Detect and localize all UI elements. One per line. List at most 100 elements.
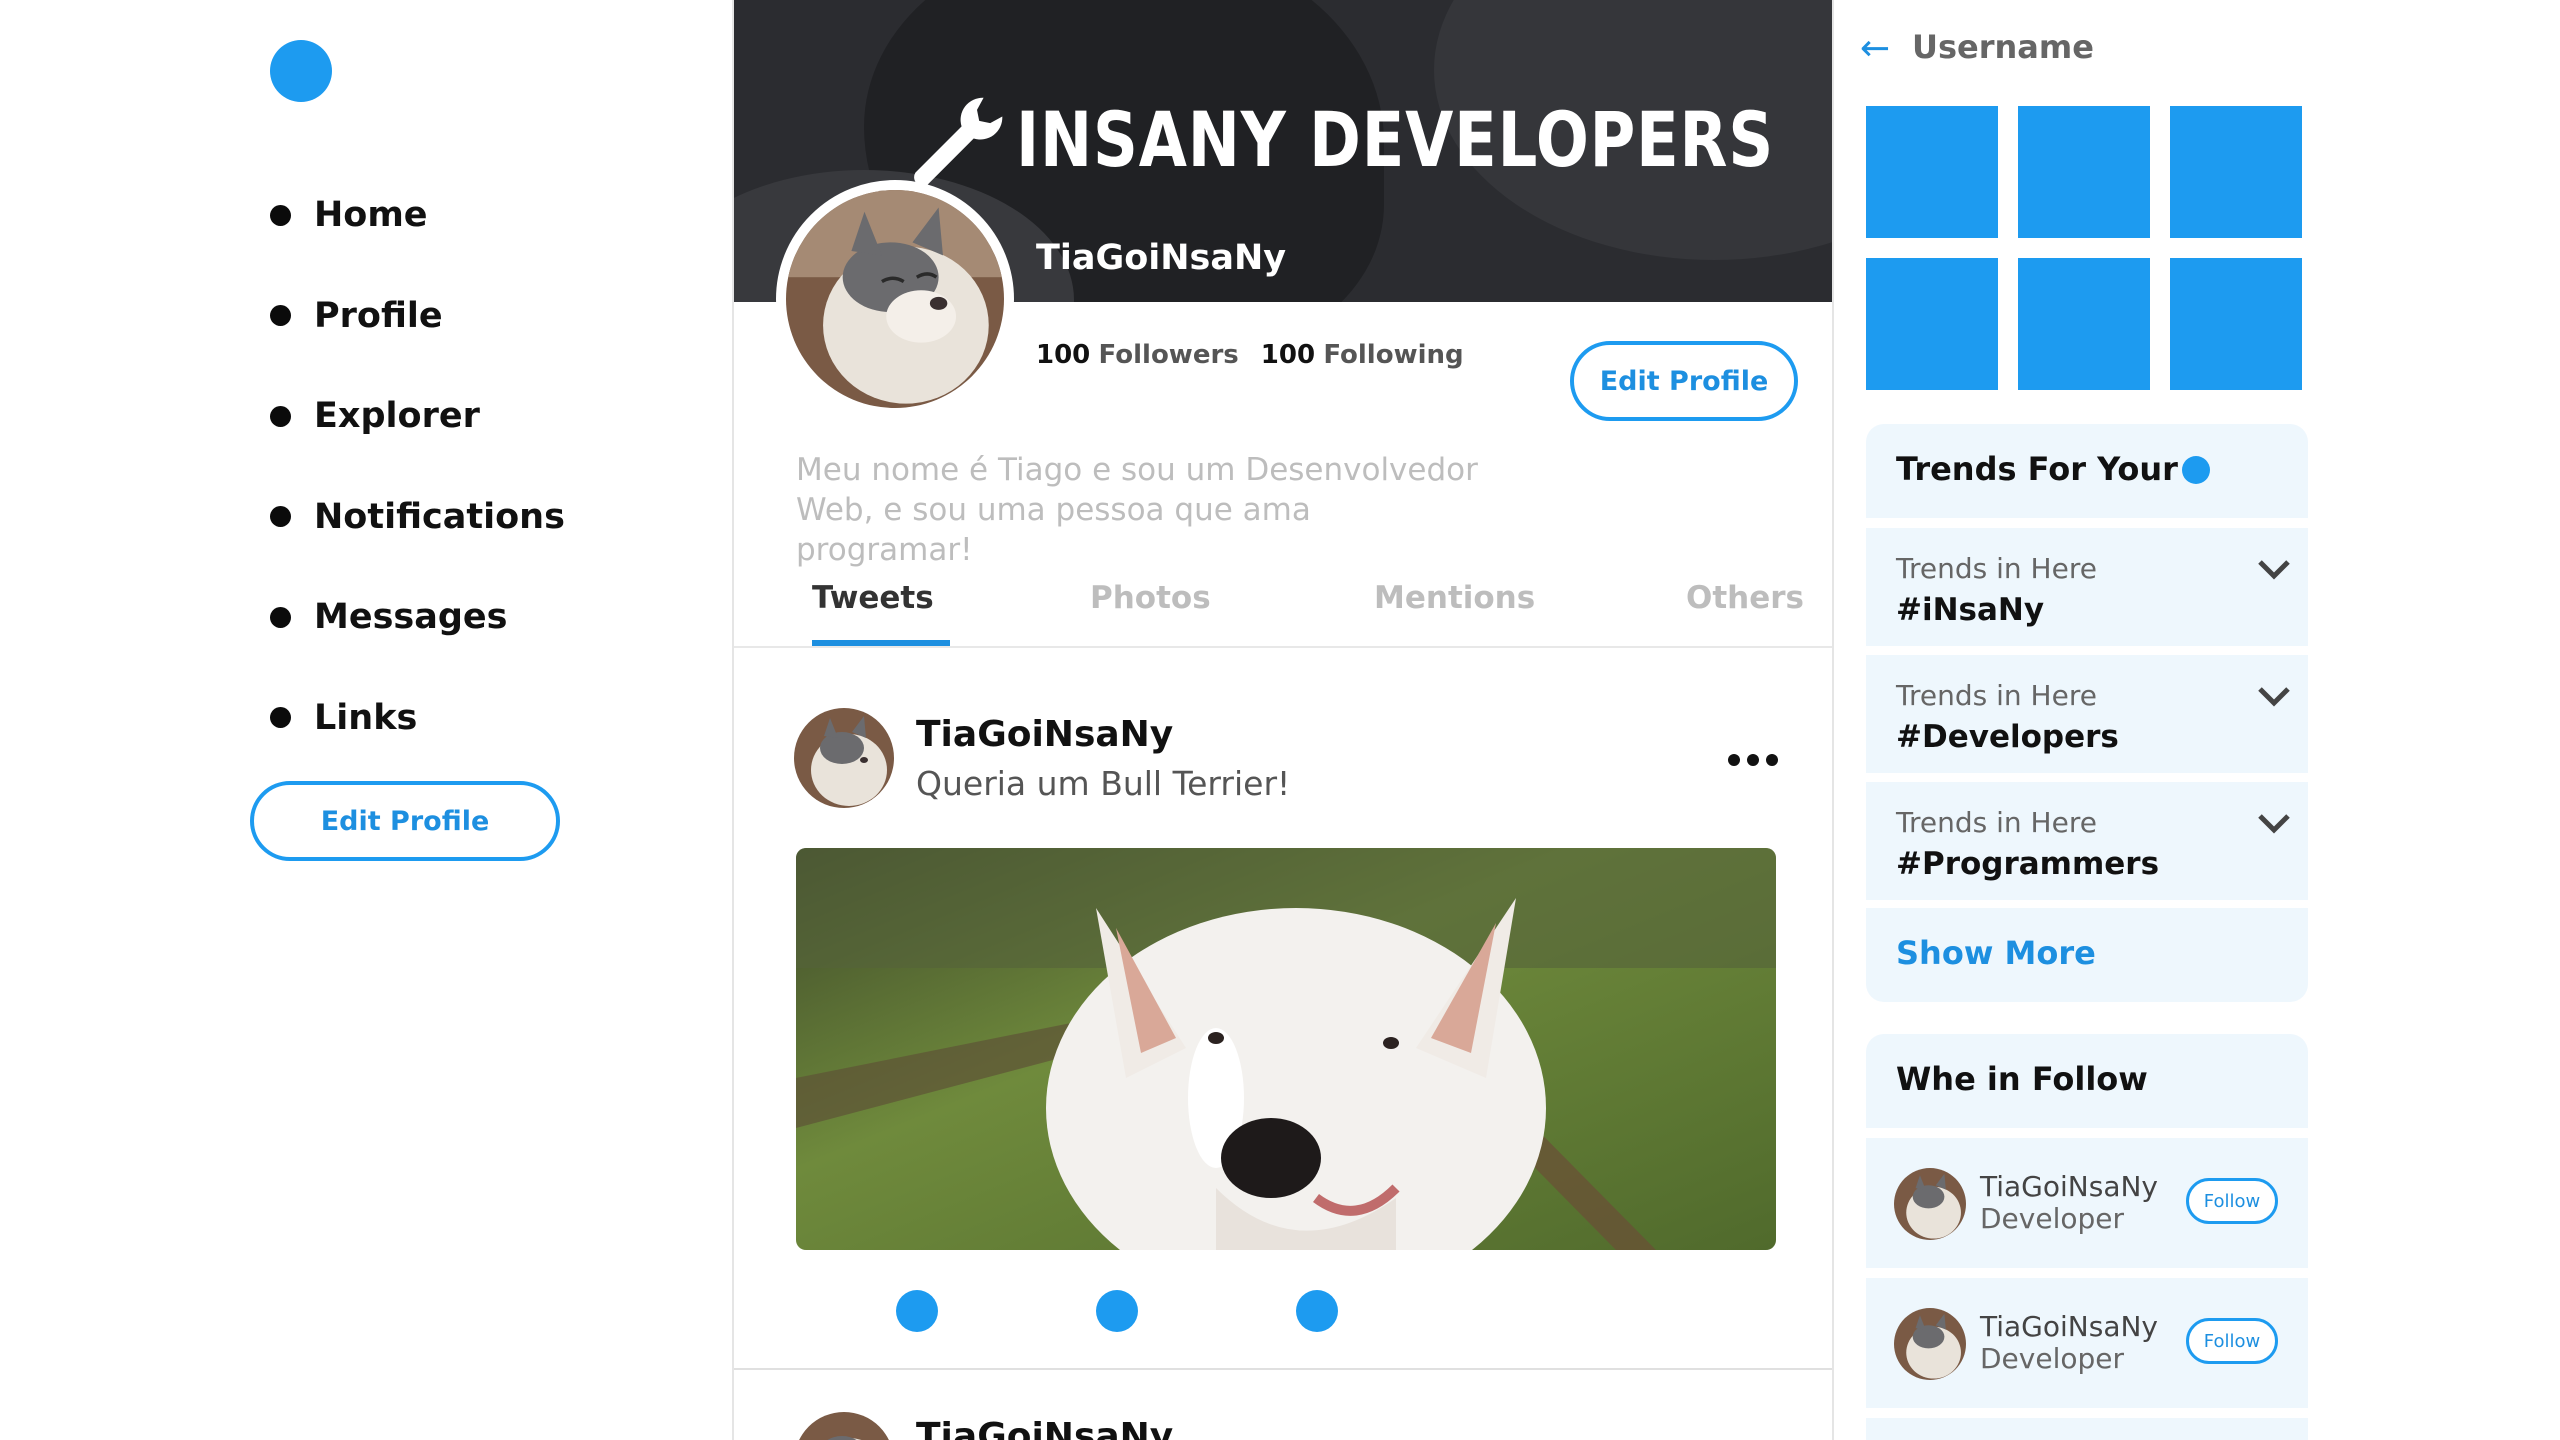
brand-logo: INSANY DEVELOPERS <box>914 95 1832 186</box>
nav-item-home[interactable]: Home <box>270 165 565 266</box>
trend-hashtag: #Developers <box>1896 719 2119 755</box>
back-arrow-icon[interactable]: ← <box>1860 28 1890 69</box>
trend-subtitle: Trends in Here <box>1896 806 2097 839</box>
nav-item-messages[interactable]: Messages <box>270 567 565 668</box>
cat-photo <box>794 708 894 808</box>
profile-avatar[interactable] <box>776 180 1014 418</box>
bio-line: Meu nome é Tiago e sou um Desenvolvedor <box>796 452 1478 488</box>
profile-tabs: Tweets Photos Mentions Others <box>794 580 1804 648</box>
like-icon[interactable] <box>1296 1290 1338 1332</box>
bullet-icon <box>270 405 291 427</box>
bullet-icon <box>270 305 291 327</box>
media-grid <box>1866 106 2302 390</box>
followers-stat[interactable]: 100 Followers <box>1036 340 1239 370</box>
cat-photo <box>786 190 1004 408</box>
logo-icon[interactable] <box>270 40 332 102</box>
following-label: Following <box>1323 340 1464 370</box>
trend-subtitle: Trends in Here <box>1896 552 2097 585</box>
profile-bio: Meu nome é Tiago e sou um Desenvolvedor … <box>796 450 1496 570</box>
trends-indicator-icon <box>2182 456 2210 484</box>
nav-item-label: Messages <box>314 597 508 638</box>
tweet-image[interactable] <box>796 848 1776 1250</box>
nav-item-profile[interactable]: Profile <box>270 266 565 367</box>
tab-tweets[interactable]: Tweets <box>812 580 950 648</box>
tweet-username[interactable]: TiaGoiNsaNy <box>916 714 1173 755</box>
tab-label: Tweets <box>812 580 934 616</box>
follow-button[interactable]: Follow <box>2186 1178 2278 1224</box>
profile-stats: 100 Followers 100 Following <box>1036 340 1464 370</box>
more-options-icon[interactable] <box>1728 750 1778 770</box>
trend-item[interactable]: Trends in Here #Developers <box>1866 655 2308 773</box>
follow-role: Developer <box>1980 1342 2125 1375</box>
avatar[interactable] <box>794 1412 894 1440</box>
follow-header: Whe in Follow <box>1866 1034 2308 1128</box>
divider <box>734 1368 1832 1370</box>
avatar[interactable] <box>1894 1168 1966 1240</box>
cover-username: TiaGoiNsaNy <box>1036 238 1287 278</box>
bullet-icon <box>270 707 291 729</box>
media-thumbnail[interactable] <box>2018 106 2150 238</box>
follow-name[interactable]: TiaGoiNsaNy <box>1980 1170 2158 1203</box>
tab-mentions[interactable]: Mentions <box>1374 580 1535 648</box>
followers-count: 100 <box>1036 340 1091 370</box>
edit-profile-button[interactable]: Edit Profile <box>1570 341 1798 421</box>
retweet-icon[interactable] <box>1096 1290 1138 1332</box>
show-more-panel: Show More <box>1866 908 2308 1002</box>
follow-role: Developer <box>1980 1202 2125 1235</box>
chevron-down-icon[interactable] <box>2256 812 2292 836</box>
media-thumbnail[interactable] <box>2170 258 2302 390</box>
chevron-down-icon[interactable] <box>2256 685 2292 709</box>
follow-title: Whe in Follow <box>1896 1060 2148 1098</box>
nav-item-label: Home <box>314 195 428 236</box>
right-sidebar: ← Username Trends For Your Trends in Her… <box>1836 0 2560 1440</box>
bullet-icon <box>270 204 291 226</box>
follow-suggestion <box>1866 1418 2308 1440</box>
follow-suggestion: TiaGoiNsaNy Developer Follow <box>1866 1138 2308 1268</box>
bull-terrier-photo <box>796 848 1776 1250</box>
tab-label: Others <box>1686 580 1805 616</box>
avatar[interactable] <box>1894 1308 1966 1380</box>
follow-suggestion: TiaGoiNsaNy Developer Follow <box>1866 1278 2308 1408</box>
cat-photo <box>1894 1308 1966 1380</box>
cat-photo <box>794 1412 894 1440</box>
tab-label: Photos <box>1090 580 1211 616</box>
media-thumbnail[interactable] <box>1866 258 1998 390</box>
follow-name[interactable]: TiaGoiNsaNy <box>1980 1310 2158 1343</box>
media-thumbnail[interactable] <box>2170 106 2302 238</box>
media-thumbnail[interactable] <box>2018 258 2150 390</box>
bio-line: Web, e sou uma pessoa que ama programar! <box>796 492 1311 568</box>
tab-others[interactable]: Others <box>1686 580 1804 648</box>
followers-label: Followers <box>1098 340 1239 370</box>
sidebar-edit-profile-button[interactable]: Edit Profile <box>250 781 560 861</box>
bullet-icon <box>270 606 291 628</box>
bullet-icon <box>270 506 291 528</box>
nav-item-notifications[interactable]: Notifications <box>270 467 565 568</box>
nav-item-label: Notifications <box>314 496 565 537</box>
media-thumbnail[interactable] <box>1866 106 1998 238</box>
trend-item[interactable]: Trends in Here #Programmers <box>1866 782 2308 900</box>
left-sidebar: Home Profile Explorer Notifications Mess… <box>0 0 732 1440</box>
divider <box>734 646 1832 648</box>
sidebar-username: Username <box>1912 28 2094 66</box>
avatar[interactable] <box>794 708 894 808</box>
chevron-down-icon[interactable] <box>2256 558 2292 582</box>
nav-item-links[interactable]: Links <box>270 668 565 769</box>
tab-photos[interactable]: Photos <box>1090 580 1211 648</box>
following-stat[interactable]: 100 Following <box>1261 340 1464 370</box>
tab-label: Mentions <box>1374 580 1536 616</box>
trend-item[interactable]: Trends in Here #iNsaNy <box>1866 528 2308 646</box>
show-more-link[interactable]: Show More <box>1896 934 2096 972</box>
tweet-username[interactable]: TiaGoiNsaNy <box>916 1416 1173 1440</box>
follow-button[interactable]: Follow <box>2186 1318 2278 1364</box>
trends-title: Trends For Your <box>1896 450 2178 488</box>
tweet-text: Queria um Bull Terrier! <box>916 764 1291 803</box>
cat-photo <box>1894 1168 1966 1240</box>
trends-header: Trends For Your <box>1866 424 2308 518</box>
trend-subtitle: Trends in Here <box>1896 679 2097 712</box>
nav-item-explorer[interactable]: Explorer <box>270 366 565 467</box>
trend-hashtag: #Programmers <box>1896 846 2160 882</box>
nav-item-label: Profile <box>314 295 443 336</box>
brand-title: INSANY DEVELOPERS <box>1016 95 1775 184</box>
nav-item-label: Links <box>314 697 418 738</box>
reply-icon[interactable] <box>896 1290 938 1332</box>
